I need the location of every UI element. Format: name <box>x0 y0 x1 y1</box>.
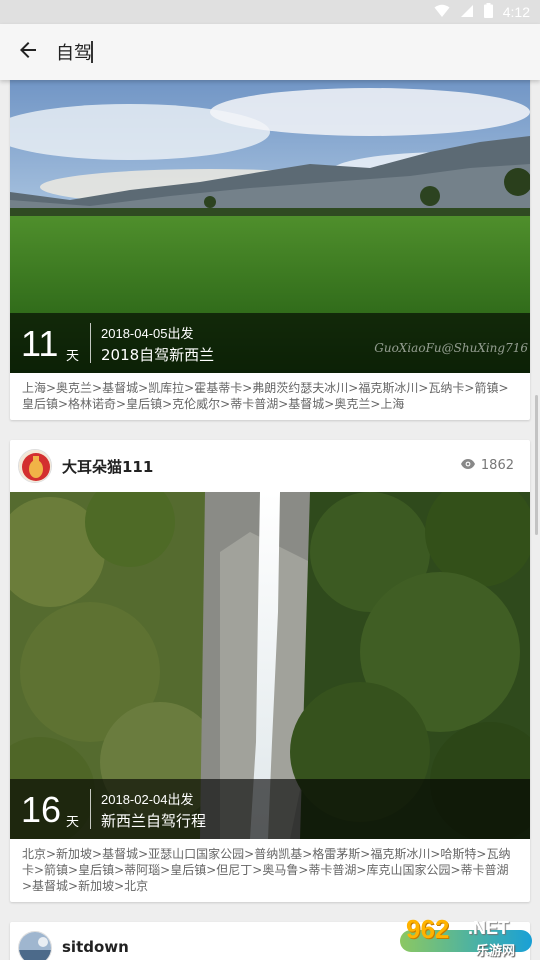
author-name[interactable]: 大耳朵猫111 <box>62 456 153 477</box>
status-time: 4:12 <box>502 4 530 20</box>
signal-icon <box>460 3 474 22</box>
text-cursor <box>91 41 93 63</box>
logo-brand-text: 962 <box>406 914 450 944</box>
avatar[interactable] <box>18 931 52 960</box>
trip-days-unit: 天 <box>66 349 80 364</box>
travel-card[interactable]: 大耳朵猫111 1862 16 天 2018-02-04出发 新西兰自驾行程 北… <box>10 440 530 902</box>
author-name[interactable]: sitdown <box>62 938 129 956</box>
logo-tld-text: .NET <box>468 918 510 938</box>
view-count-number: 1862 <box>480 458 514 473</box>
battery-icon <box>483 2 493 22</box>
site-watermark-logo: 962 .NET 乐游网 <box>400 910 540 960</box>
trip-date: 2018-02-04出发 <box>101 792 194 807</box>
search-bar <box>0 24 540 80</box>
arrow-left-icon <box>16 38 40 66</box>
wifi-icon <box>434 3 450 22</box>
trip-info-overlay: 16 天 2018-02-04出发 新西兰自驾行程 <box>10 779 530 839</box>
divider <box>90 789 91 829</box>
trip-days: 16 <box>21 789 62 830</box>
view-count: 1862 <box>460 458 514 473</box>
eye-icon <box>460 458 475 473</box>
trip-title: 2018自驾新西兰 <box>101 346 215 364</box>
scrollbar[interactable] <box>535 395 538 535</box>
trip-title: 新西兰自驾行程 <box>101 812 207 830</box>
result-list[interactable]: 11 天 2018-04-05出发 2018自驾新西兰 GuoXiaoFu@Sh… <box>0 80 540 960</box>
trip-info-overlay: 11 天 2018-04-05出发 2018自驾新西兰 GuoXiaoFu@Sh… <box>10 313 530 373</box>
status-bar: 4:12 <box>0 0 540 24</box>
photo-watermark: GuoXiaoFu@ShuXing716 <box>374 341 528 355</box>
trip-date: 2018-04-05出发 <box>101 326 194 341</box>
card-header: 大耳朵猫111 1862 <box>10 440 530 492</box>
search-input[interactable] <box>56 36 516 68</box>
trip-days: 11 <box>21 323 59 364</box>
cover-photo[interactable]: 16 天 2018-02-04出发 新西兰自驾行程 <box>10 492 530 839</box>
back-button[interactable] <box>12 36 44 68</box>
cover-photo[interactable]: 11 天 2018-04-05出发 2018自驾新西兰 GuoXiaoFu@Sh… <box>10 80 530 373</box>
travel-card[interactable]: 11 天 2018-04-05出发 2018自驾新西兰 GuoXiaoFu@Sh… <box>10 80 530 420</box>
status-icons: 4:12 <box>434 0 530 24</box>
trip-route: 上海>奥克兰>基督城>凯库拉>霍基蒂卡>弗朗茨约瑟夫冰川>福克斯冰川>瓦纳卡>箭… <box>22 381 509 411</box>
avatar[interactable] <box>18 449 52 483</box>
trip-route: 北京>新加坡>基督城>亚瑟山口国家公园>普纳凯基>格雷茅斯>福克斯冰川>哈斯特>… <box>22 847 511 893</box>
divider <box>90 323 91 363</box>
logo-site-name: 乐游网 <box>476 944 516 959</box>
trip-days-unit: 天 <box>66 815 80 830</box>
